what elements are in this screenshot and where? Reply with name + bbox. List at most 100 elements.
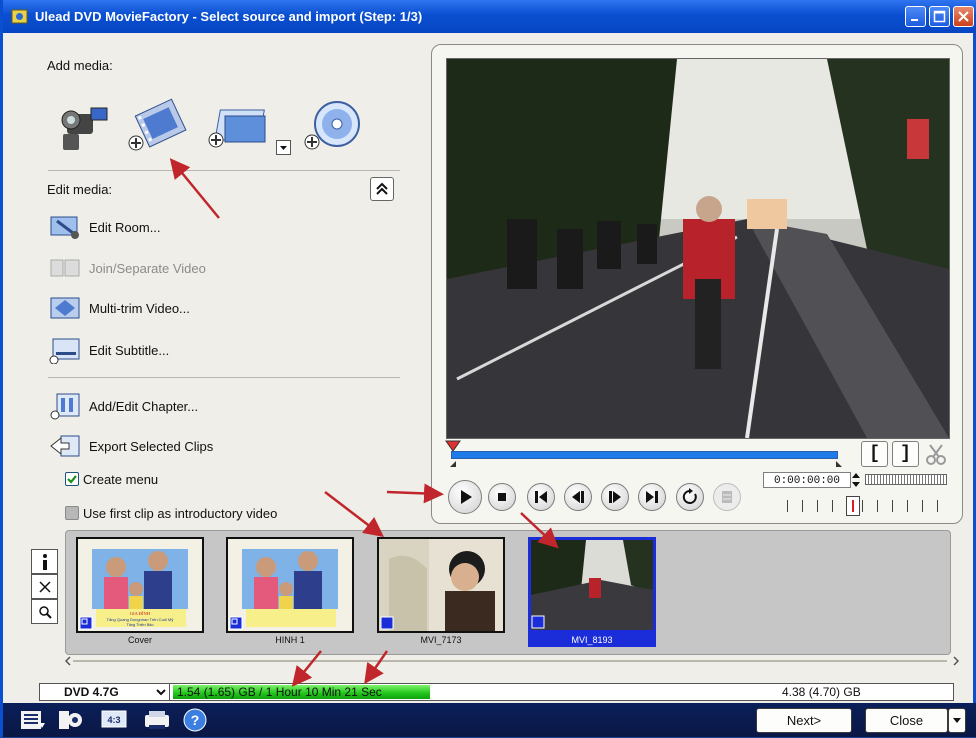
scroll-left-icon[interactable] [63, 655, 73, 667]
jog-wheel[interactable] [865, 474, 947, 485]
add-disc-icon[interactable] [301, 98, 363, 154]
join-separate-icon [50, 259, 80, 277]
add-edit-chapter-item[interactable]: Add/Edit Chapter... [49, 391, 198, 421]
separator [48, 377, 400, 378]
multi-trim-label: Multi-trim Video... [89, 300, 190, 316]
video-frame [447, 59, 949, 438]
window-title: Ulead DVD MovieFactory - Select source a… [35, 9, 423, 24]
timecode-input[interactable]: 0:00:00:00 [763, 472, 851, 488]
chapter-icon [50, 393, 80, 420]
clip-thumbnail[interactable]: MVI_7173 [377, 537, 505, 645]
edit-subtitle-item[interactable]: Edit Subtitle... [49, 335, 169, 365]
delete-clip-button[interactable] [31, 574, 58, 599]
add-video-icon[interactable] [127, 98, 189, 154]
overlay-line2: Tăng Quang Dongnhan Trên Cuối Mỹ [107, 617, 174, 622]
collapse-button[interactable] [370, 177, 394, 201]
close-dropdown-button[interactable] [948, 708, 966, 733]
repeat-icon [682, 488, 697, 504]
clip-thumbnail[interactable]: HINH 1 [226, 537, 354, 645]
play-icon [461, 490, 472, 504]
project-settings-icon[interactable] [19, 707, 47, 733]
zoom-button[interactable] [31, 599, 58, 624]
split-clip-button [713, 483, 741, 511]
disc-usage-text: 1.54 (1.65) GB / 1 Hour 10 Min 21 Sec [177, 685, 382, 699]
disc-capacity-text: 4.38 (4.70) GB [782, 685, 861, 699]
aspect-ratio-icon[interactable]: 4:3 [101, 707, 129, 733]
create-menu-label: Create menu [83, 472, 159, 487]
scrubber-track[interactable] [451, 451, 838, 459]
help-icon[interactable]: ? [181, 707, 209, 733]
separator [48, 170, 400, 171]
next-frame-button[interactable] [601, 483, 629, 511]
skip-start-icon [535, 491, 547, 503]
chevron-down-icon [280, 146, 287, 150]
clip-caption: MVI_8193 [528, 633, 656, 647]
clip-caption: MVI_7173 [420, 635, 462, 645]
repeat-button[interactable] [676, 483, 704, 511]
burn-to-disc-icon[interactable] [143, 707, 171, 733]
scissors-icon[interactable] [924, 442, 948, 466]
maximize-button[interactable] [929, 6, 950, 27]
go-to-start-button[interactable] [527, 483, 555, 511]
add-image-dropdown[interactable] [276, 140, 291, 155]
scroll-right-icon[interactable] [951, 655, 961, 667]
preferences-icon[interactable] [57, 707, 85, 733]
clip-thumbnail[interactable]: GIA ĐÌNH Tăng Quang Dongnhan Trên Cuối M… [76, 537, 204, 645]
minimize-button[interactable] [905, 6, 926, 27]
clip-thumbnail-selected[interactable]: MVI_8193 [528, 537, 656, 647]
app-window: Ulead DVD MovieFactory - Select source a… [0, 0, 976, 737]
multi-trim-icon [50, 297, 80, 319]
add-image-icon[interactable] [207, 106, 271, 150]
close-window-button[interactable] [953, 6, 974, 27]
disc-type-value: DVD 4.7G [64, 685, 119, 699]
previous-frame-button[interactable] [564, 483, 592, 511]
edit-subtitle-icon [49, 338, 80, 364]
add-media-label: Add media: [47, 58, 113, 73]
first-clip-intro-label: Use first clip as introductory video [83, 506, 278, 521]
camcorder-icon[interactable] [53, 100, 111, 152]
overlay-line3: Tăng Thiên Bảo [127, 623, 154, 627]
disc-type-select[interactable]: DVD 4.7G [40, 684, 170, 700]
overlay-title: GIA ĐÌNH [130, 611, 151, 616]
create-menu-checkbox[interactable] [65, 472, 79, 486]
stop-icon [498, 493, 506, 501]
disc-space-bar: DVD 4.7G 1.54 (1.65) GB / 1 Hour 10 Min … [39, 683, 954, 701]
scrub-end-handle[interactable] [835, 460, 843, 468]
clip-image: GIA ĐÌNH Tăng Quang Dongnhan Trên Cuối M… [76, 537, 204, 633]
clip-image [377, 537, 505, 633]
edit-room-icon [50, 216, 79, 239]
checkmark-icon [67, 475, 77, 484]
mark-out-button[interactable]: ] [892, 441, 919, 467]
export-clips-label: Export Selected Clips [89, 438, 214, 454]
add-edit-chapter-label: Add/Edit Chapter... [89, 398, 199, 414]
export-icon [50, 435, 80, 457]
scrub-start-handle[interactable] [449, 460, 457, 468]
mark-in-button[interactable]: [ [861, 441, 888, 467]
zoom-icon [38, 605, 52, 619]
export-clips-item[interactable]: Export Selected Clips [49, 431, 213, 461]
step-forward-icon [609, 491, 621, 503]
edit-room-item[interactable]: Edit Room... [49, 212, 161, 242]
annotation-arrow [364, 650, 389, 685]
timecode-spinner[interactable] [851, 472, 861, 488]
shuttle-slider-thumb[interactable] [846, 496, 860, 516]
title-bar: Ulead DVD MovieFactory - Select source a… [3, 0, 976, 33]
edit-media-label: Edit media: [47, 182, 113, 197]
multi-trim-item[interactable]: Multi-trim Video... [49, 293, 190, 323]
first-clip-intro-checkbox[interactable] [65, 506, 79, 520]
clip-side-toolbar [31, 549, 58, 624]
next-button[interactable]: Next> [756, 708, 852, 733]
horizontal-scrollbar[interactable] [73, 660, 947, 662]
info-button[interactable] [31, 549, 58, 574]
close-button[interactable]: Close [865, 708, 948, 733]
clip-caption: Cover [127, 635, 152, 645]
clip-strip: GIA ĐÌNH Tăng Quang Dongnhan Trên Cuối M… [65, 530, 951, 655]
play-button[interactable] [448, 480, 482, 514]
annotation-arrow [324, 491, 384, 538]
clip-image [226, 537, 354, 633]
edit-subtitle-label: Edit Subtitle... [89, 342, 170, 358]
clip-image [528, 537, 656, 633]
stop-button[interactable] [488, 483, 516, 511]
go-to-end-button[interactable] [638, 483, 666, 511]
app-logo-icon [11, 9, 28, 24]
